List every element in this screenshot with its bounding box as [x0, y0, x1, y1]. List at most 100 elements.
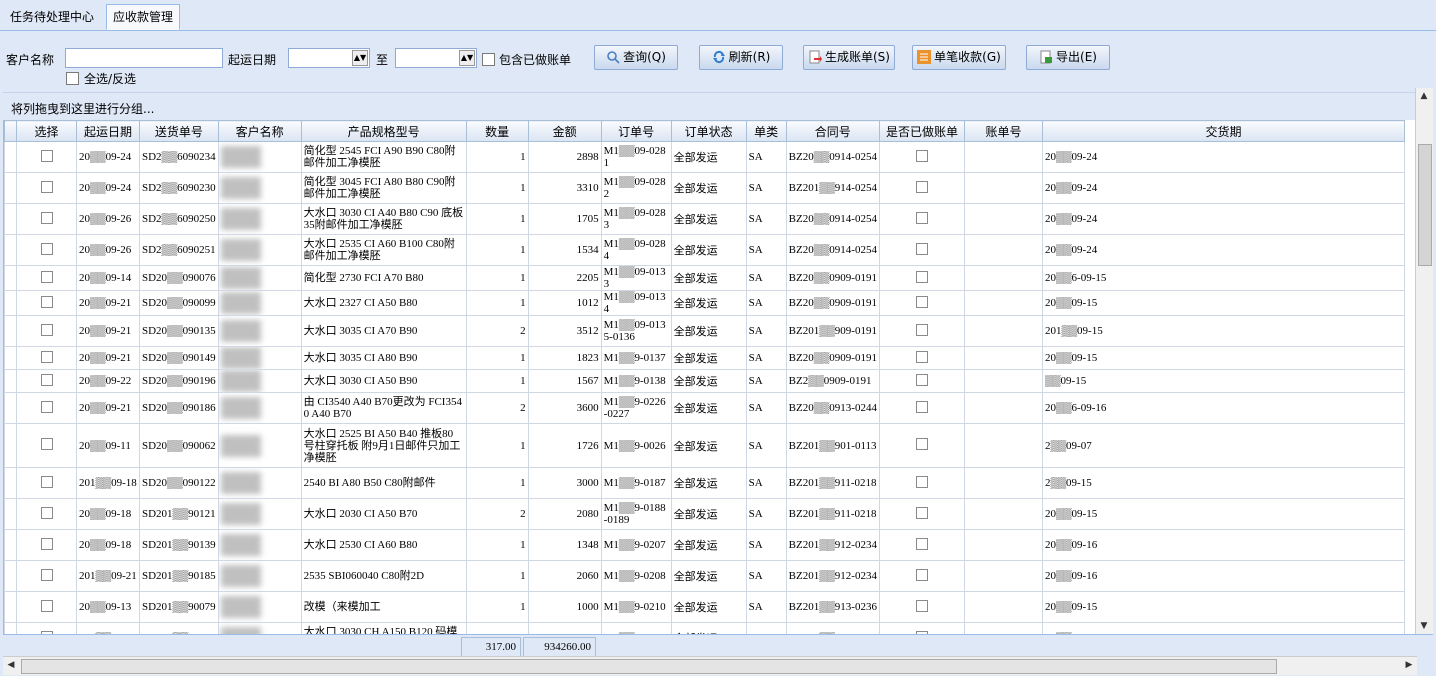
vertical-scroll-thumb[interactable]: [1418, 144, 1432, 266]
include-billed-checkbox[interactable]: [482, 53, 495, 66]
table-row[interactable]: 20▒▒09-13 SD201▒▒90079 改模（来模加工 1 1000 M1▒▒9-0…: [4, 591, 1405, 623]
refresh-button[interactable]: 刷新(R): [699, 45, 783, 70]
table-row[interactable]: 201▒▒09-21 SD201▒▒90185 2535 SBI060040 C80…: [4, 560, 1405, 592]
select-all-checkbox[interactable]: [66, 72, 79, 85]
row-checkbox[interactable]: [40, 599, 53, 612]
row-checkbox[interactable]: [40, 180, 53, 193]
billed-checkbox-cell[interactable]: [878, 622, 965, 634]
table-row[interactable]: 20▒▒09-11 SD20▒▒090062 大水口 2525 BI A50 B40…: [4, 423, 1405, 468]
row-checkbox[interactable]: [40, 373, 53, 386]
table-row[interactable]: 20▒▒09-26 SD2▒▒6090250 大水口 3030 CI A40 B80…: [4, 203, 1405, 235]
date-dropdown-icon[interactable]: ▲▼: [459, 50, 475, 66]
col-header-product[interactable]: 产品规格型号: [300, 120, 467, 142]
table-row[interactable]: 201▒▒09-08SD201▒▒90016 大水口 3030 CH A150 B…: [4, 622, 1405, 634]
billed-checkbox-cell[interactable]: [878, 290, 965, 316]
table-row[interactable]: 20▒▒09-21 SD20▒▒090135 大水口 3035 CI A70 B90…: [4, 315, 1405, 347]
col-header-billed[interactable]: 是否已做账单: [878, 120, 965, 142]
scroll-up-icon[interactable]: ▲: [1416, 88, 1432, 104]
billed-checkbox-cell[interactable]: [878, 234, 965, 266]
scroll-right-icon[interactable]: ▶: [1401, 657, 1417, 673]
row-checkbox[interactable]: [40, 438, 53, 450]
table-row[interactable]: 20▒▒09-24 SD2▒▒6090230 简化型 3045 FCI A80 B8…: [4, 172, 1405, 204]
select-checkbox-cell[interactable]: [16, 498, 77, 530]
row-checkbox[interactable]: [40, 149, 53, 162]
generate-bill-button[interactable]: 生成账单(S): [803, 45, 895, 70]
row-checkbox[interactable]: [40, 295, 53, 308]
billed-checkbox-cell[interactable]: [878, 172, 965, 204]
col-header-customer[interactable]: 客户名称: [217, 120, 302, 142]
table-row[interactable]: 20▒▒09-18 SD201▒▒90121 大水口 2030 CI A50 B70…: [4, 498, 1405, 530]
billed-checkbox-cell[interactable]: [878, 265, 965, 291]
group-by-area[interactable]: 将列拖曳到这里进行分组...: [3, 92, 1433, 121]
ship-date-from[interactable]: ▲▼: [288, 48, 370, 68]
table-row[interactable]: 20▒▒09-24 SD2▒▒6090234 简化型 2545 FCI A90 B9…: [4, 141, 1405, 173]
vertical-scrollbar[interactable]: ▲ ▼: [1415, 88, 1433, 634]
table-row[interactable]: 20▒▒09-26 SD2▒▒6090251 大水口 2535 CI A60 B10…: [4, 234, 1405, 266]
billed-checkbox-cell[interactable]: [878, 591, 965, 623]
billed-checkbox-cell[interactable]: [878, 369, 965, 393]
table-row[interactable]: 20▒▒09-21 SD20▒▒090099 大水口 2327 CI A50 B80…: [4, 290, 1405, 316]
scroll-down-icon[interactable]: ▼: [1416, 618, 1432, 634]
billed-checkbox-cell[interactable]: [878, 560, 965, 592]
billed-checkbox-cell[interactable]: [878, 423, 965, 468]
select-checkbox-cell[interactable]: [16, 392, 77, 424]
billed-checkbox-cell[interactable]: [878, 315, 965, 347]
col-header-quantity[interactable]: 数量: [465, 120, 529, 142]
row-checkbox[interactable]: [40, 323, 53, 336]
select-checkbox-cell[interactable]: [16, 265, 77, 291]
billed-checkbox-cell[interactable]: [878, 141, 965, 173]
row-checkbox[interactable]: [40, 400, 53, 413]
billed-checkbox-cell[interactable]: [878, 392, 965, 424]
billed-checkbox-cell[interactable]: [878, 529, 965, 561]
col-header-order-no[interactable]: 订单号: [600, 120, 672, 142]
row-checkbox[interactable]: [40, 537, 53, 550]
horizontal-scrollbar[interactable]: ◀ ▶: [3, 656, 1417, 675]
row-checkbox[interactable]: [40, 211, 53, 224]
row-checkbox[interactable]: [40, 506, 53, 519]
table-row[interactable]: 20▒▒09-21 SD20▒▒090186 由 CI3540 A40 B70更改为…: [4, 392, 1405, 424]
select-checkbox-cell[interactable]: [16, 290, 77, 316]
select-checkbox-cell[interactable]: [16, 423, 77, 468]
single-receive-button[interactable]: 单笔收款(G): [912, 45, 1006, 70]
tab-task-center[interactable]: 任务待处理中心: [4, 5, 100, 29]
customer-input[interactable]: [65, 48, 223, 68]
col-header-amount[interactable]: 金额: [527, 120, 602, 142]
col-header-ship-date[interactable]: 起运日期: [76, 120, 140, 142]
select-checkbox-cell[interactable]: [16, 141, 77, 173]
horizontal-scroll-thumb[interactable]: [21, 659, 1277, 674]
col-header-select[interactable]: 选择: [16, 120, 77, 142]
select-checkbox-cell[interactable]: [16, 369, 77, 393]
select-checkbox-cell[interactable]: [16, 622, 77, 634]
scroll-left-icon[interactable]: ◀: [3, 657, 19, 673]
row-checkbox[interactable]: [40, 350, 53, 363]
ship-date-to[interactable]: ▲▼: [395, 48, 477, 68]
select-checkbox-cell[interactable]: [16, 529, 77, 561]
col-header-type[interactable]: 单类: [745, 120, 787, 142]
table-row[interactable]: 201▒▒09-18 SD20▒▒090122 2540 BI A80 B50 C8…: [4, 467, 1405, 499]
table-row[interactable]: 20▒▒09-21 SD20▒▒090149 大水口 3035 CI A80 B90…: [4, 346, 1405, 370]
col-header-delivery-no[interactable]: 送货单号: [139, 120, 219, 142]
select-checkbox-cell[interactable]: [16, 315, 77, 347]
select-checkbox-cell[interactable]: [16, 467, 77, 499]
col-header-contract[interactable]: 合同号: [785, 120, 880, 142]
billed-checkbox-cell[interactable]: [878, 467, 965, 499]
tab-receivables[interactable]: 应收款管理: [106, 4, 181, 30]
col-header-due-date[interactable]: 交货期: [1041, 120, 1405, 142]
select-checkbox-cell[interactable]: [16, 203, 77, 235]
col-header-bill-no[interactable]: 账单号: [963, 120, 1043, 142]
query-button[interactable]: 查询(Q): [594, 45, 678, 70]
date-dropdown-icon[interactable]: ▲▼: [352, 50, 368, 66]
row-checkbox[interactable]: [40, 270, 53, 283]
export-button[interactable]: 导出(E): [1026, 45, 1110, 70]
table-row[interactable]: 20▒▒09-14 SD20▒▒090076 简化型 2730 FCI A70 B8…: [4, 265, 1405, 291]
select-checkbox-cell[interactable]: [16, 234, 77, 266]
row-checkbox[interactable]: [40, 242, 53, 255]
table-row[interactable]: 20▒▒09-18 SD201▒▒90139 大水口 2530 CI A60 B80…: [4, 529, 1405, 561]
row-checkbox[interactable]: [40, 475, 53, 488]
table-row[interactable]: 20▒▒09-22 SD20▒▒090196 大水口 3030 CI A50 B90…: [4, 369, 1405, 393]
billed-checkbox-cell[interactable]: [878, 203, 965, 235]
row-checkbox[interactable]: [40, 568, 53, 581]
select-checkbox-cell[interactable]: [16, 591, 77, 623]
select-checkbox-cell[interactable]: [16, 172, 77, 204]
billed-checkbox-cell[interactable]: [878, 346, 965, 370]
